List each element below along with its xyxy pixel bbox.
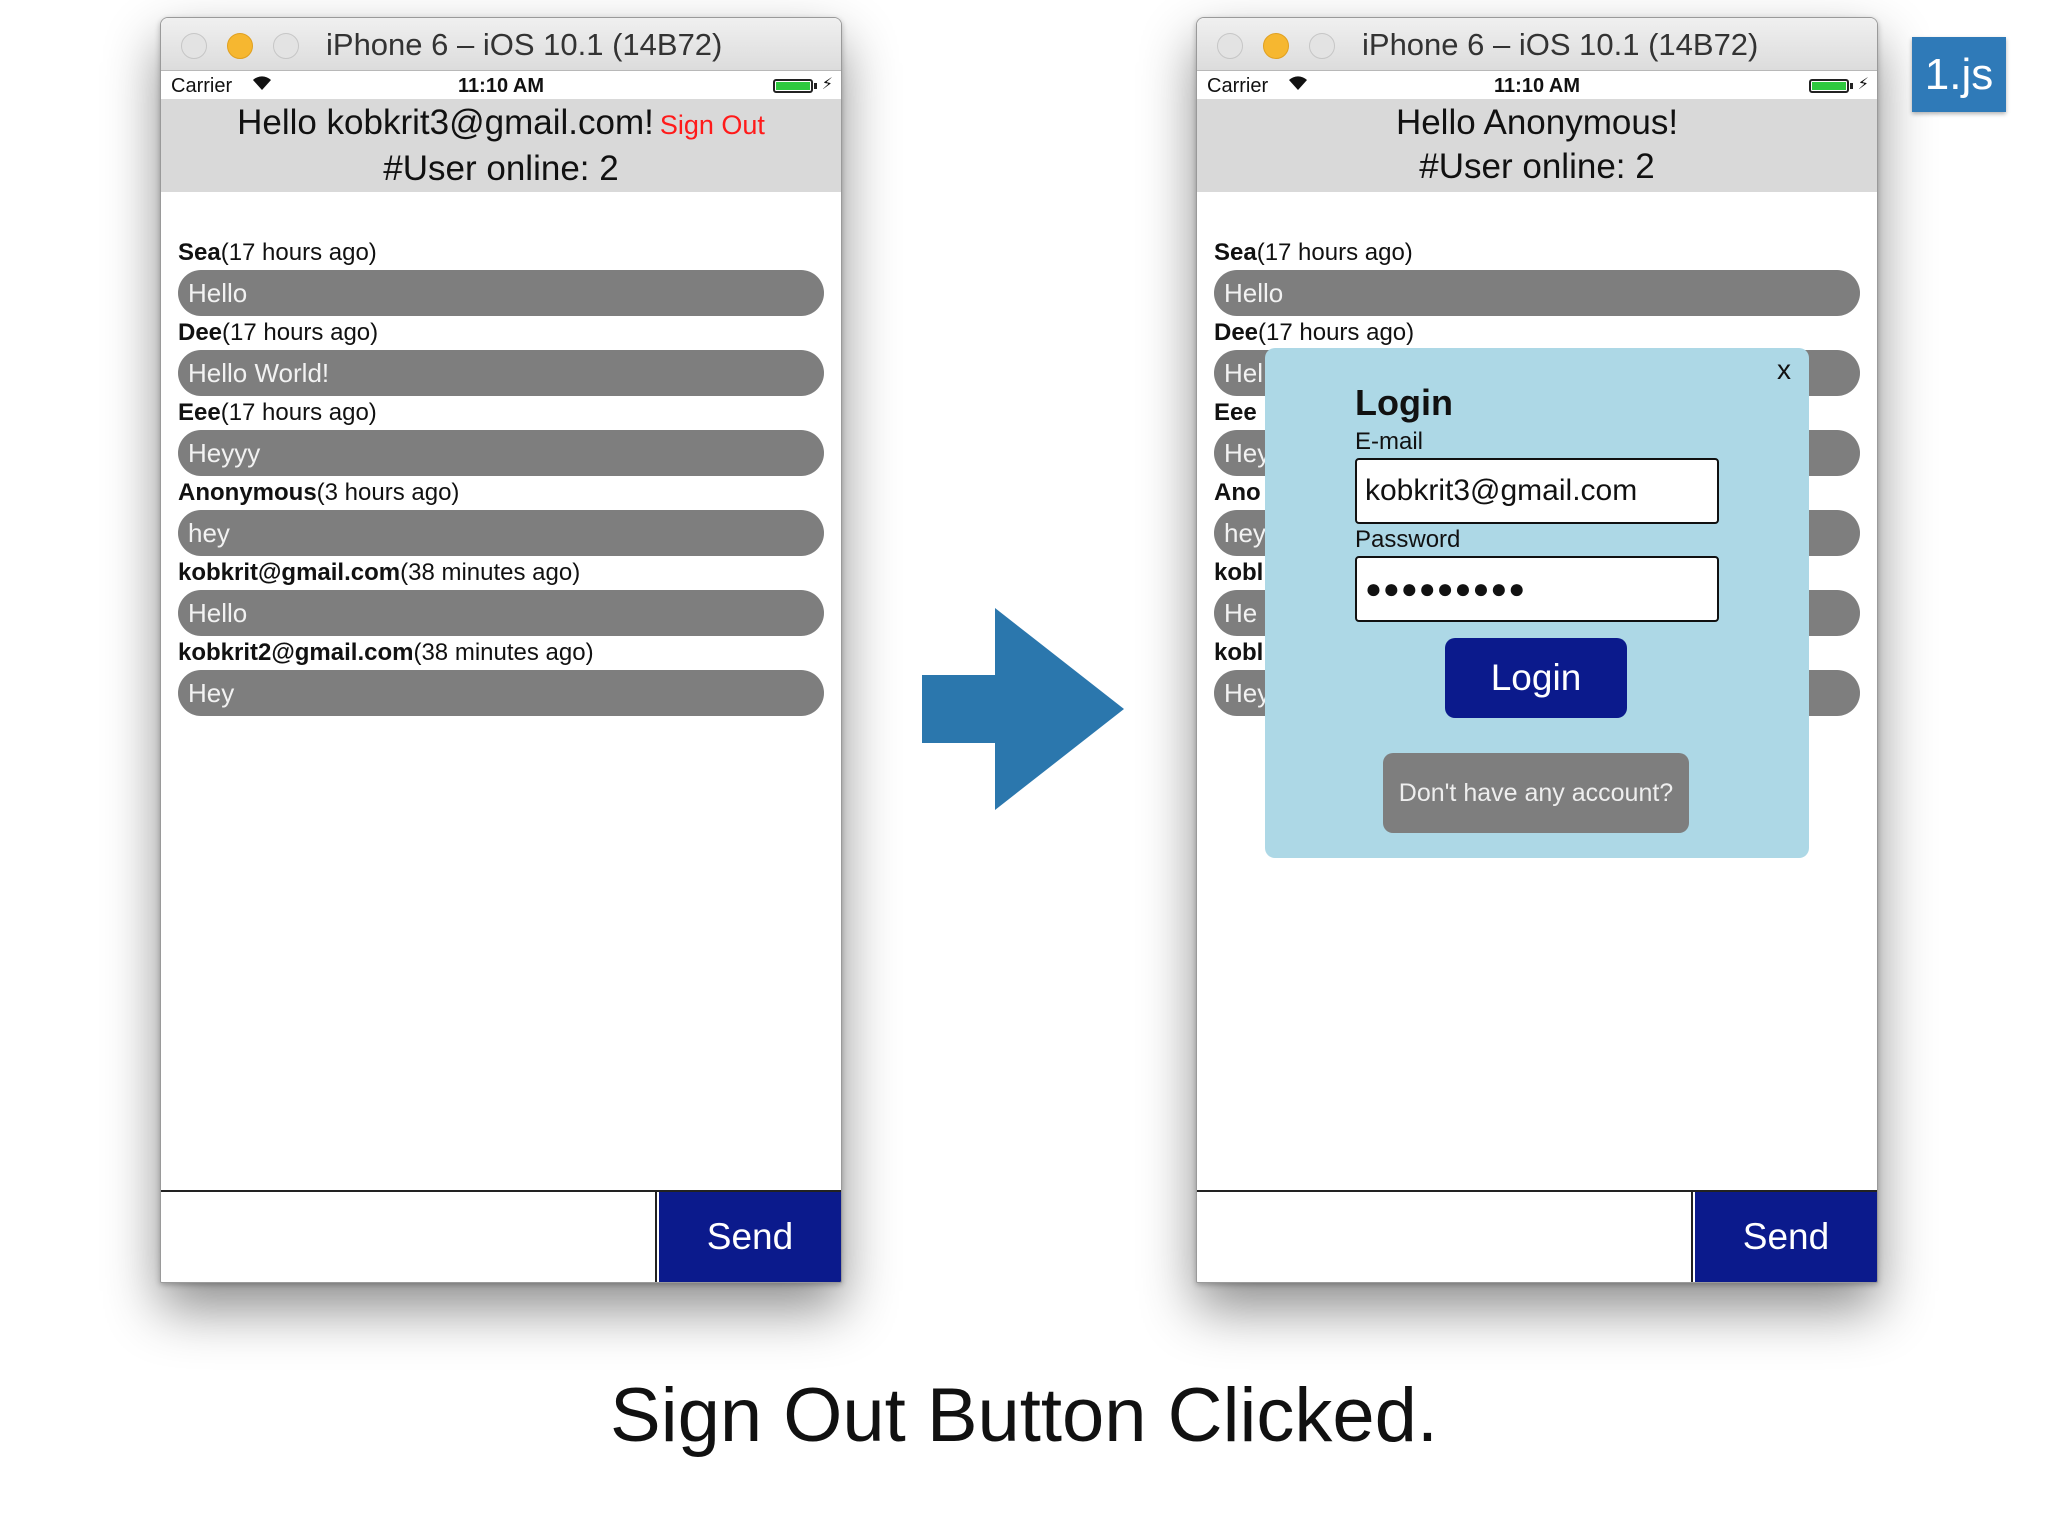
message-author: Dee (1214, 319, 1259, 346)
close-window-button[interactable] (1217, 33, 1243, 59)
message-author: kobkrit2@gmail.com (178, 639, 414, 666)
simulator-window-right: iPhone 6 – iOS 10.1 (14B72) Carrier 11:1… (1196, 17, 1878, 1283)
close-window-button[interactable] (181, 33, 207, 59)
online-count: #User online: 2 (1419, 147, 1655, 186)
message-bubble: Hello (1214, 270, 1860, 316)
message-author: Sea (178, 239, 221, 266)
app-header: Hello kobkrit3@gmail.com! Sign Out #User … (161, 99, 841, 192)
message-author: Eee (178, 399, 221, 426)
zoom-window-button[interactable] (1309, 33, 1335, 59)
password-field[interactable]: ●●●●●●●●● (1355, 556, 1719, 622)
message-time: (17 hours ago) (222, 319, 379, 346)
message-input[interactable] (1197, 1192, 1693, 1282)
message-author: Eee (1214, 399, 1257, 426)
message-time: (38 minutes ago) (413, 639, 594, 666)
arrow-right-icon (922, 608, 1124, 810)
ios-status-bar: Carrier 11:10 AM ⚡ (1197, 71, 1877, 99)
list-item: Anonymous(3 hours ago) hey (178, 478, 824, 558)
list-item: Dee(17 hours ago) Hello World! (178, 318, 824, 398)
login-modal: x Login E-mail kobkrit3@gmail.com Passwo… (1265, 348, 1809, 858)
window-titlebar: iPhone 6 – iOS 10.1 (14B72) (161, 18, 841, 71)
message-author: kobl (1214, 639, 1264, 666)
message-time: (17 hours ago) (220, 239, 377, 266)
window-titlebar: iPhone 6 – iOS 10.1 (14B72) (1197, 18, 1877, 71)
zoom-window-button[interactable] (273, 33, 299, 59)
message-bubble: Hello World! (178, 350, 824, 396)
email-label: E-mail (1355, 428, 1424, 455)
send-button[interactable]: Send (1695, 1192, 1877, 1282)
message-time: (38 minutes ago) (400, 559, 581, 586)
message-time: (17 hours ago) (220, 399, 377, 426)
message-bubble: Hello (178, 590, 824, 636)
status-time: 11:10 AM (1494, 75, 1580, 97)
message-meta: Sea(17 hours ago) (1214, 238, 1860, 268)
message-input[interactable] (161, 1192, 657, 1282)
message-meta: kobkrit2@gmail.com(38 minutes ago) (178, 638, 824, 668)
ios-status-bar: Carrier 11:10 AM ⚡ (161, 71, 841, 99)
list-item: kobkrit2@gmail.com(38 minutes ago) Hey (178, 638, 824, 718)
window-title: iPhone 6 – iOS 10.1 (14B72) (326, 27, 723, 62)
message-bubble: Hey (178, 670, 824, 716)
message-bubble: Hello (178, 270, 824, 316)
sign-out-button[interactable]: Sign Out (660, 110, 765, 140)
password-label: Password (1355, 526, 1461, 553)
message-author: Sea (1214, 239, 1257, 266)
message-list: Sea(17 hours ago) Hello Dee(17 hours ago… (178, 238, 824, 718)
message-author: Dee (178, 319, 223, 346)
list-item: kobkrit@gmail.com(38 minutes ago) Hello (178, 558, 824, 638)
simulator-window-left: iPhone 6 – iOS 10.1 (14B72) Carrier 11:1… (160, 17, 842, 1283)
modal-close-button[interactable]: x (1777, 354, 1791, 386)
message-bubble: hey (178, 510, 824, 556)
message-meta: Dee(17 hours ago) (1214, 318, 1860, 348)
message-bubble: Heyyy (178, 430, 824, 476)
message-time: (3 hours ago) (316, 479, 460, 506)
battery-nub (1850, 83, 1853, 89)
message-meta: Sea(17 hours ago) (178, 238, 824, 268)
status-time: 11:10 AM (458, 75, 544, 97)
no-account-button[interactable]: Don't have any account? (1383, 753, 1689, 833)
message-author: kobl (1214, 559, 1264, 586)
message-composer: Send (1197, 1190, 1877, 1282)
email-field[interactable]: kobkrit3@gmail.com (1355, 458, 1719, 524)
message-meta: Eee(17 hours ago) (178, 398, 824, 428)
battery-icon (773, 79, 813, 93)
send-button[interactable]: Send (659, 1192, 841, 1282)
slide-caption: Sign Out Button Clicked. (610, 1373, 1438, 1458)
list-item: Sea(17 hours ago) Hello (1214, 238, 1860, 318)
modal-title: Login (1355, 382, 1453, 423)
list-item: Sea(17 hours ago) Hello (178, 238, 824, 318)
message-time: (17 hours ago) (1258, 319, 1415, 346)
charging-icon: ⚡ (1857, 76, 1869, 93)
message-composer: Send (161, 1190, 841, 1282)
charging-icon: ⚡ (821, 76, 833, 93)
message-time: (17 hours ago) (1256, 239, 1413, 266)
message-author: Ano (1214, 479, 1261, 506)
greeting-text: Hello Anonymous! (1395, 103, 1679, 142)
message-author: Anonymous (178, 479, 317, 506)
login-button[interactable]: Login (1445, 638, 1627, 718)
message-meta: Anonymous(3 hours ago) (178, 478, 824, 508)
list-item: Eee(17 hours ago) Heyyy (178, 398, 824, 478)
minimize-window-button[interactable] (1263, 33, 1289, 59)
minimize-window-button[interactable] (227, 33, 253, 59)
battery-icon (1809, 79, 1849, 93)
app-header: Hello Anonymous! #User online: 2 (1197, 99, 1877, 192)
message-meta: Dee(17 hours ago) (178, 318, 824, 348)
online-count: #User online: 2 (383, 149, 619, 188)
message-meta: kobkrit@gmail.com(38 minutes ago) (178, 558, 824, 588)
file-badge: 1.js (1912, 37, 2006, 112)
battery-nub (814, 83, 817, 89)
message-author: kobkrit@gmail.com (178, 559, 401, 586)
greeting-text: Hello kobkrit3@gmail.com! (237, 103, 654, 142)
window-title: iPhone 6 – iOS 10.1 (14B72) (1362, 27, 1759, 62)
